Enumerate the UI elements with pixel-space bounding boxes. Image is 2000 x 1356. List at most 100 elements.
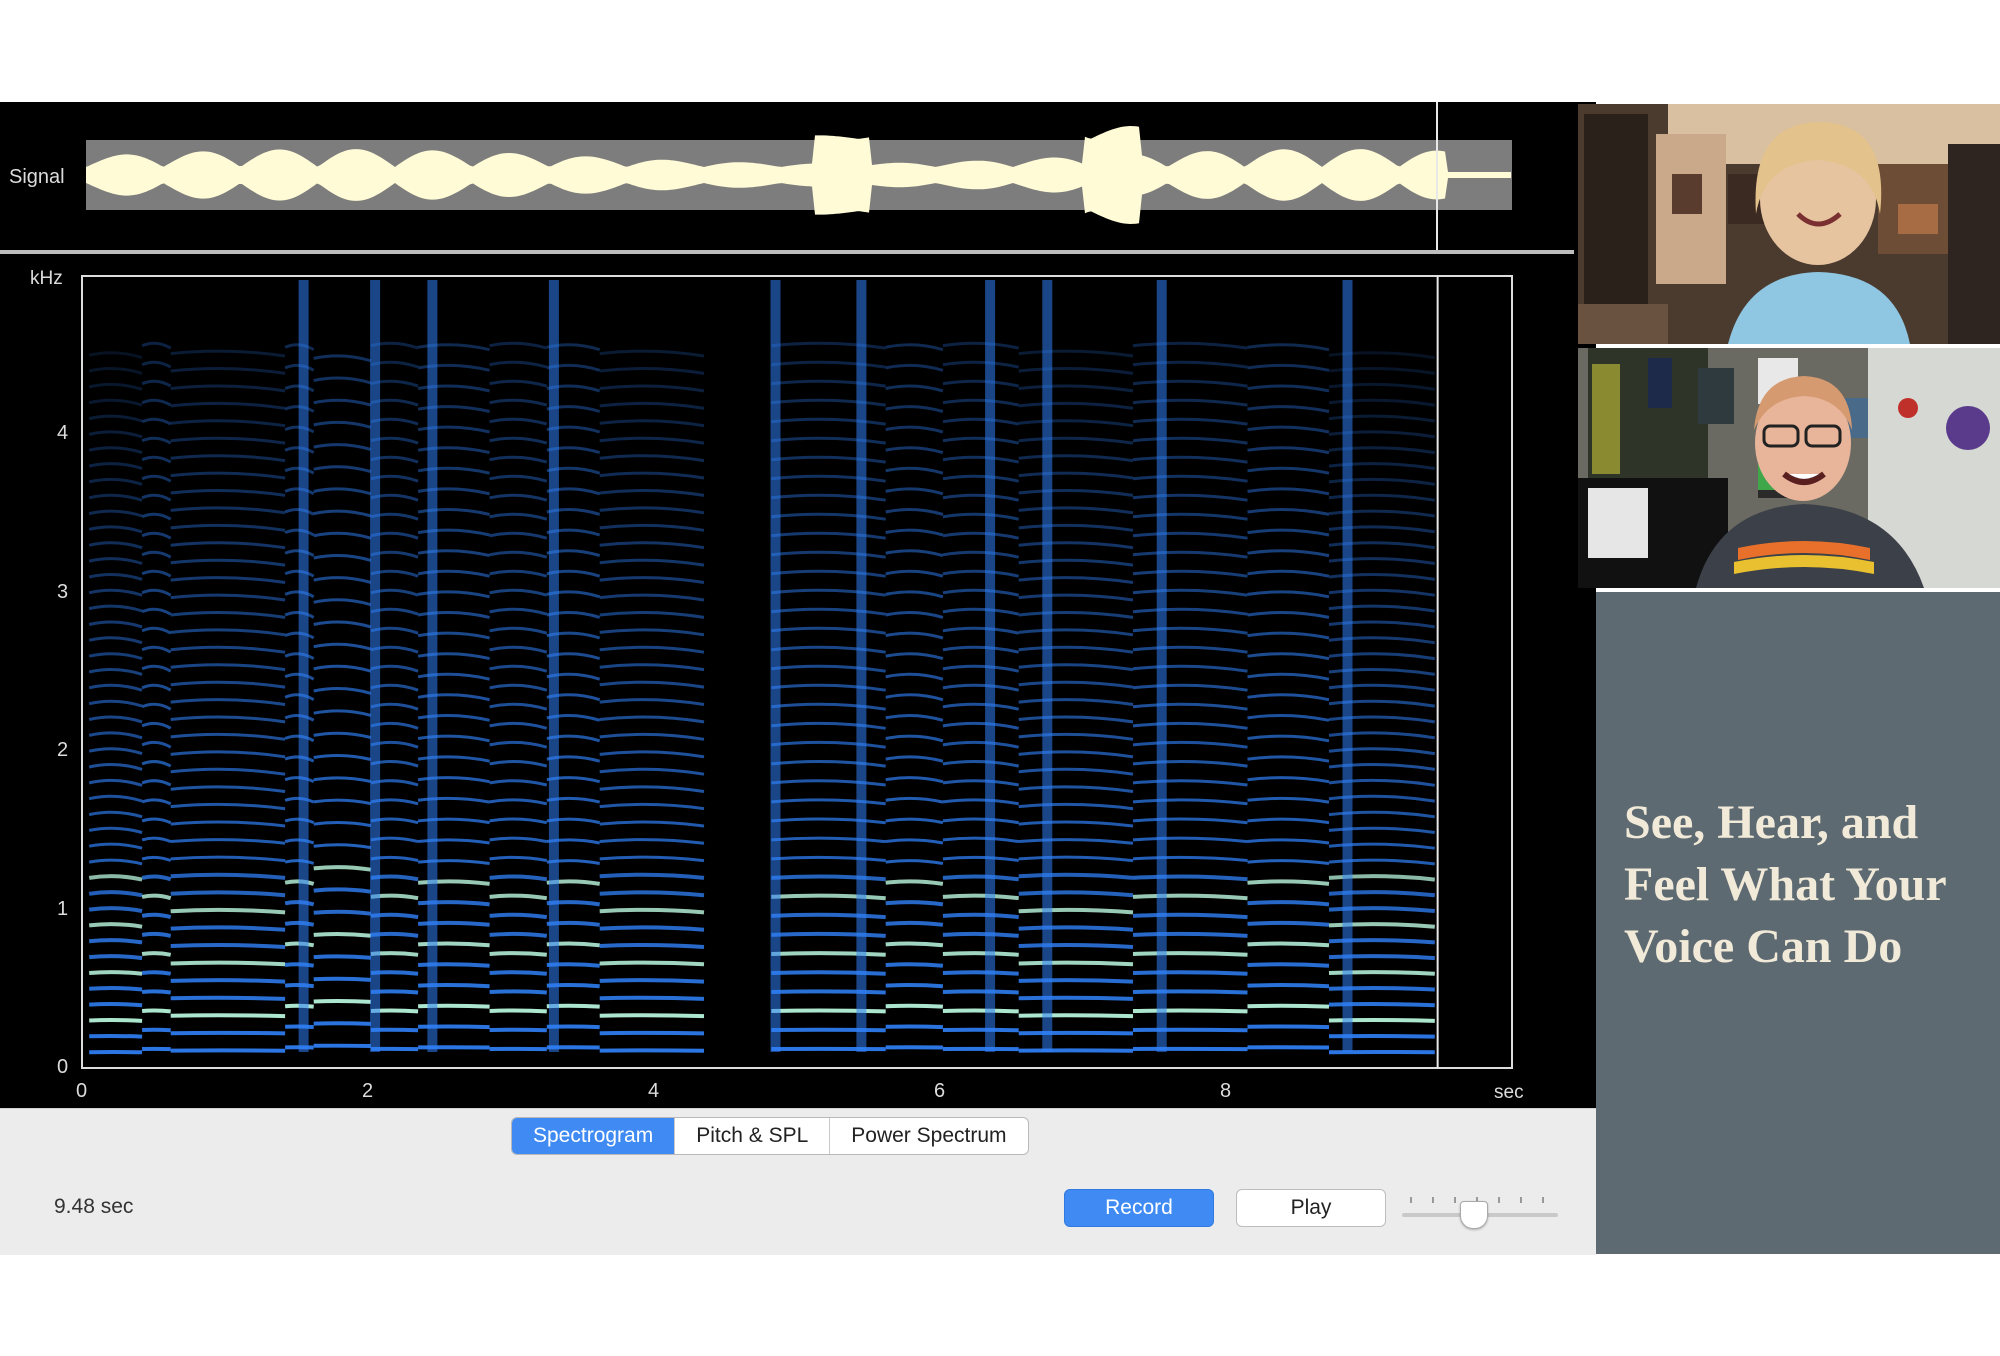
harmonic-streak — [170, 978, 286, 984]
tab-pitch-spl[interactable]: Pitch & SPL — [675, 1118, 831, 1154]
harmonic-streak — [599, 925, 705, 932]
harmonic-streak — [599, 1030, 705, 1036]
harmonic-streak — [885, 900, 944, 907]
x-tick-label: 6 — [934, 1080, 946, 1102]
harmonic-streak — [885, 1003, 943, 1009]
harmonic-streak — [942, 931, 1019, 938]
headline: See, Hear, and Feel What Your Voice Can … — [1624, 796, 1946, 973]
harmonic-streak — [942, 989, 1019, 995]
tab-power-spectrum[interactable]: Power Spectrum — [830, 1118, 1027, 1154]
duration-readout: 9.48 sec — [54, 1195, 134, 1218]
harmonic-streak — [1247, 983, 1330, 989]
harmonic-streak — [1247, 920, 1330, 927]
y-tick-label: 1 — [57, 897, 69, 920]
harmonic-streak — [1247, 900, 1330, 907]
harmonic-streak — [89, 986, 143, 992]
harmonic-streak — [942, 912, 1019, 920]
harmonic-streak — [1132, 912, 1248, 920]
harmonic-streak — [88, 938, 143, 945]
participant-2-video — [1578, 348, 2000, 588]
harmonic-streak — [141, 989, 171, 995]
harmonic-streak — [89, 970, 143, 976]
harmonic-streak — [885, 1024, 943, 1030]
harmonic-streak — [1132, 1027, 1248, 1033]
noise-burst — [1156, 280, 1167, 1052]
harmonic-streak — [771, 951, 886, 957]
harmonic-streak — [1018, 1013, 1134, 1019]
y-tick-label: 3 — [57, 580, 69, 603]
harmonic-streak — [1018, 960, 1134, 967]
harmonic-streak — [599, 995, 705, 1001]
harmonic-streak — [942, 951, 1019, 957]
tab-spectrogram[interactable]: Spectrogram — [512, 1118, 676, 1154]
harmonic-streak — [885, 920, 944, 927]
video-tile-participant-2[interactable] — [1578, 348, 2000, 588]
noise-burst — [370, 280, 381, 1052]
harmonic-streak — [1247, 1024, 1330, 1030]
slider-tick — [1520, 1197, 1522, 1203]
spectrogram-panel: kHz 01234 02468 sec — [0, 254, 1592, 1112]
harmonic-streak — [1247, 941, 1330, 948]
harmonic-streak — [1132, 951, 1248, 957]
slider-thumb[interactable] — [1459, 1201, 1488, 1229]
noise-burst — [548, 280, 559, 1052]
waveform — [86, 102, 1511, 250]
harmonic-streak — [313, 999, 372, 1004]
x-tick-label: 4 — [648, 1080, 660, 1102]
harmonic-streak — [489, 989, 547, 995]
harmonic-streak — [885, 941, 944, 948]
harmonic-streak — [1018, 995, 1134, 1001]
harmonic-streak — [89, 954, 143, 961]
noise-burst — [985, 280, 996, 1052]
harmonic-streak — [170, 943, 286, 949]
harmonic-streak — [1132, 931, 1248, 938]
noise-burst — [427, 280, 438, 1052]
y-tick-label: 0 — [57, 1056, 69, 1078]
harmonic-streak — [89, 1034, 143, 1039]
noise-burst — [1042, 280, 1053, 1052]
volume-slider[interactable] — [1398, 1185, 1560, 1229]
x-tick-label: 2 — [362, 1080, 374, 1102]
harmonic-streak — [170, 1013, 286, 1019]
slider-tick — [1454, 1197, 1456, 1203]
view-tabs: Spectrogram Pitch & SPL Power Spectrum — [511, 1117, 1029, 1155]
slider-tick — [1542, 1197, 1544, 1203]
harmonic-streak — [599, 1013, 705, 1019]
harmonic-streak — [1132, 1008, 1248, 1014]
noise-burst — [856, 280, 867, 1052]
harmonic-streak — [313, 954, 372, 960]
harmonic-streak — [489, 970, 547, 976]
record-button[interactable]: Record — [1064, 1189, 1214, 1227]
harmonic-streak — [141, 1008, 171, 1014]
harmonic-streak — [1018, 1030, 1134, 1036]
video-tile-participant-1[interactable] — [1578, 104, 2000, 344]
harmonic-streak — [885, 962, 944, 968]
y-tick-label: 2 — [57, 739, 69, 762]
x-tick-label: 0 — [76, 1080, 88, 1102]
control-bar: Spectrogram Pitch & SPL Power Spectrum 9… — [0, 1108, 1596, 1255]
x-axis-unit: sec — [1494, 1082, 1524, 1103]
harmonic-streak — [170, 960, 286, 967]
harmonic-streak — [141, 970, 172, 976]
harmonic-streak — [489, 951, 548, 957]
harmonic-streak — [489, 912, 548, 920]
harmonic-streak — [489, 931, 548, 938]
noise-burst — [770, 280, 781, 1052]
participant-1-video — [1578, 104, 2000, 344]
harmonic-streak — [89, 1018, 143, 1023]
harmonic-streak — [313, 1021, 371, 1026]
harmonic-streak — [1132, 989, 1248, 995]
harmonic-streak — [771, 970, 886, 976]
harmonic-streak — [771, 1027, 886, 1033]
voice-analysis-app: Signal kHz 01234 02468 sec — [0, 102, 1596, 1254]
play-button[interactable]: Play — [1236, 1189, 1386, 1227]
x-tick-label: 8 — [1220, 1080, 1232, 1102]
harmonic-streak — [1018, 925, 1134, 932]
noise-burst — [298, 280, 309, 1052]
harmonic-streak — [771, 931, 886, 938]
slider-tick — [1498, 1197, 1500, 1203]
harmonic-streak — [141, 951, 172, 957]
harmonic-streak — [313, 976, 372, 982]
harmonic-streak — [942, 970, 1019, 976]
spectrogram-plot — [81, 275, 1513, 1069]
